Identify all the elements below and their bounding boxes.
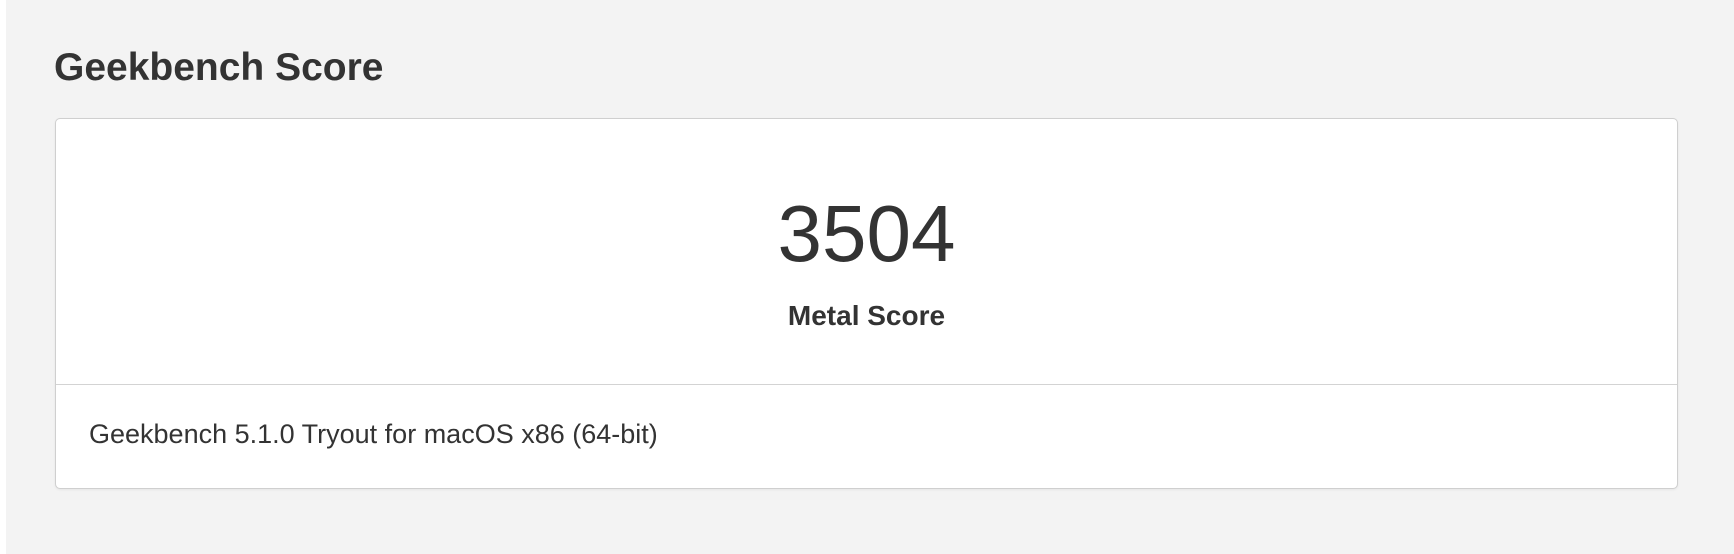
score-footer: Geekbench 5.1.0 Tryout for macOS x86 (64… <box>56 385 1677 488</box>
metal-score-value: 3504 <box>777 189 956 278</box>
score-card: 3504 Metal Score Geekbench 5.1.0 Tryout … <box>55 118 1678 489</box>
score-summary: 3504 Metal Score <box>56 119 1677 385</box>
geekbench-version-text: Geekbench 5.1.0 Tryout for macOS x86 (64… <box>89 419 658 449</box>
metal-score-label: Metal Score <box>787 300 946 331</box>
section-title: Geekbench Score <box>54 46 384 89</box>
